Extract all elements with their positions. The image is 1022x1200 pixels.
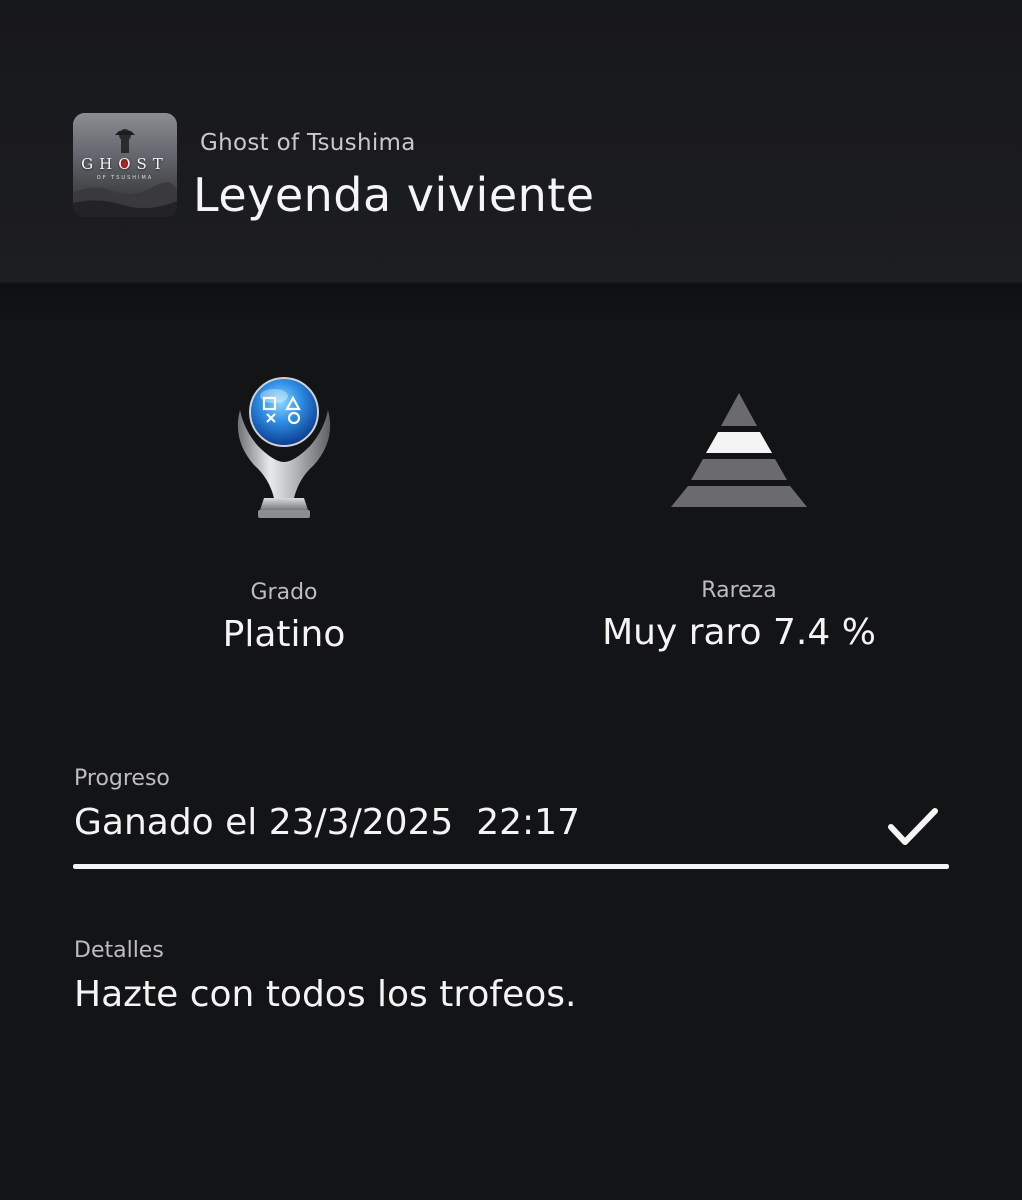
grade-value: Platino bbox=[222, 614, 346, 655]
trophy-header: GHOST OF TSUSHIMA Ghost of Tsushima Leye… bbox=[0, 0, 1022, 283]
progress-label: Progreso bbox=[74, 766, 170, 791]
checkmark-icon bbox=[886, 804, 940, 852]
trophy-detail-page: GHOST OF TSUSHIMA Ghost of Tsushima Leye… bbox=[0, 0, 1022, 1200]
platinum-trophy-icon bbox=[224, 370, 344, 525]
progress-value: Ganado el 23/3/2025 22:17 bbox=[74, 802, 580, 843]
grade-label: Grado bbox=[250, 580, 318, 605]
thumbnail-title: GHOST bbox=[81, 155, 169, 173]
rarity-value: Muy raro 7.4 % bbox=[602, 612, 876, 653]
progress-bar bbox=[73, 864, 949, 869]
progress-bar-fill bbox=[73, 864, 949, 869]
rarity-pyramid-icon bbox=[668, 390, 810, 508]
header-shadow bbox=[0, 282, 1022, 322]
trophy-name: Leyenda viviente bbox=[193, 168, 595, 222]
game-thumbnail: GHOST OF TSUSHIMA bbox=[73, 113, 177, 217]
details-label: Detalles bbox=[74, 938, 164, 963]
thumbnail-subtitle: OF TSUSHIMA bbox=[96, 175, 154, 181]
details-value: Hazte con todos los trofeos. bbox=[74, 974, 577, 1015]
rarity-label: Rareza bbox=[701, 578, 777, 603]
game-title: Ghost of Tsushima bbox=[200, 130, 416, 156]
